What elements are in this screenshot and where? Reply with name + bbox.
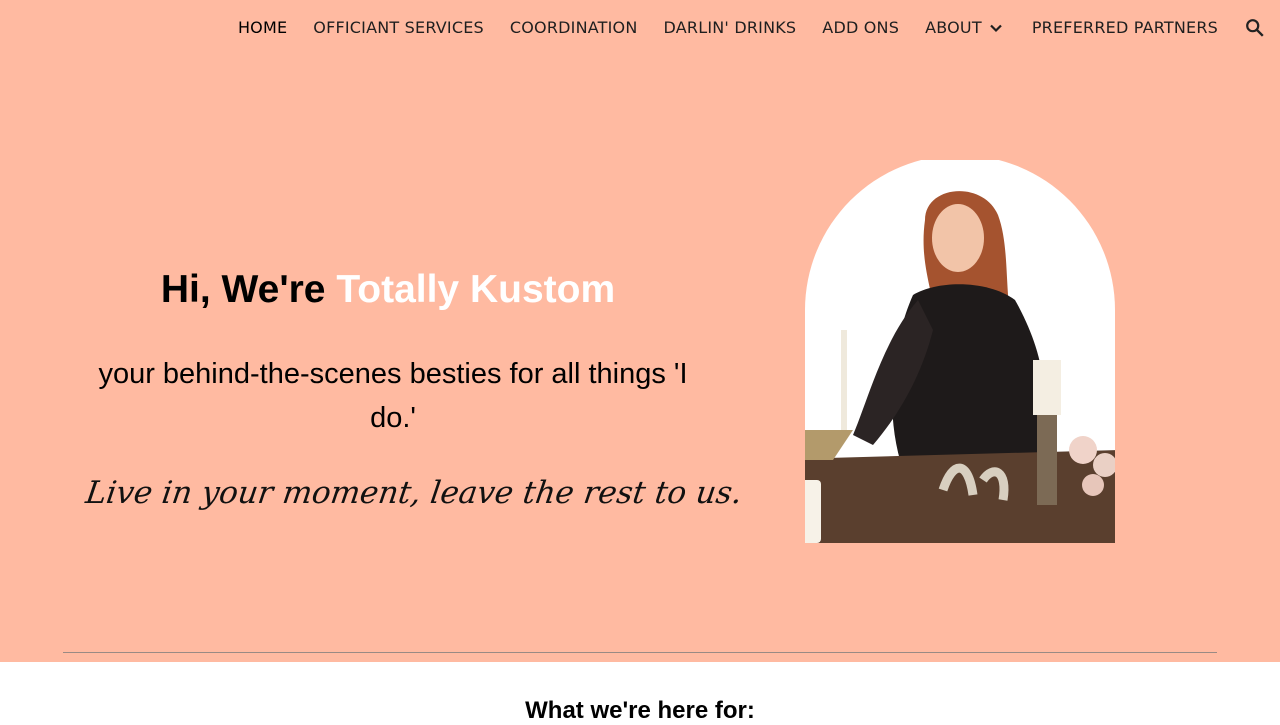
nav-item-preferred-partners[interactable]: PREFERRED PARTNERS [1032, 18, 1218, 37]
hero-section: HOME OFFICIANT SERVICES COORDINATION DAR… [0, 0, 1280, 662]
hero-subheadline: your behind-the-scenes besties for all t… [98, 358, 688, 434]
chevron-down-icon[interactable] [986, 18, 1006, 38]
nav-item-add-ons[interactable]: ADD ONS [822, 18, 899, 37]
hero-tagline: Live in your moment, leave the rest to u… [83, 475, 745, 511]
search-icon[interactable] [1244, 17, 1266, 39]
section-title: What we're here for: [525, 697, 755, 724]
nav-item-about-label: ABOUT [925, 18, 982, 37]
headline-prefix: Hi, We're [160, 268, 337, 311]
section-divider [63, 652, 1217, 653]
nav-item-home[interactable]: HOME [238, 18, 287, 37]
headline-accent: Totally Kustom [336, 268, 616, 311]
nav-item-darlin-drinks[interactable]: DARLIN' DRINKS [664, 18, 797, 37]
nav-item-officiant-services[interactable]: OFFICIANT SERVICES [313, 18, 484, 37]
hero-photo [805, 160, 1115, 543]
top-navigation: HOME OFFICIANT SERVICES COORDINATION DAR… [225, 0, 1280, 55]
nav-item-coordination[interactable]: COORDINATION [510, 18, 638, 37]
hero-headline: Hi, We're Totally Kustom [86, 268, 690, 312]
nav-item-about[interactable]: ABOUT [925, 18, 1006, 38]
